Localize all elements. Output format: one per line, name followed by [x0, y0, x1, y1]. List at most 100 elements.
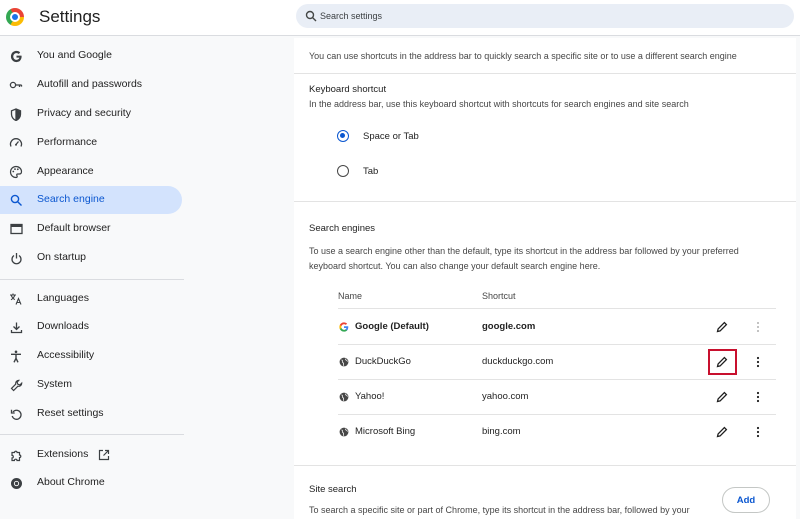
sidebar-item-downloads[interactable]: Downloads — [0, 313, 182, 341]
edit-button-bing[interactable] — [715, 425, 729, 439]
search-input[interactable] — [320, 4, 780, 28]
engine-name-yahoo: Yahoo! — [355, 391, 385, 402]
sidebar-item-label: System — [37, 378, 73, 390]
column-header-shortcut: Shortcut — [482, 291, 516, 301]
browser-window-icon — [9, 222, 23, 236]
download-icon — [9, 320, 23, 334]
sidebar-item-label: Privacy and security — [37, 107, 131, 119]
sidebar-item-system[interactable]: System — [0, 371, 182, 399]
section-divider — [294, 465, 796, 466]
search-engine-card: You can use shortcuts in the address bar… — [294, 38, 796, 519]
wrench-icon — [9, 378, 23, 392]
add-site-search-button[interactable]: Add — [722, 487, 770, 513]
shield-icon — [9, 107, 23, 121]
sidebar-item-label: Accessibility — [37, 349, 95, 361]
power-icon — [9, 251, 23, 265]
pencil-icon — [716, 426, 728, 438]
more-button-yahoo[interactable] — [753, 390, 763, 404]
sidebar-item-about-chrome[interactable]: About Chrome — [0, 469, 182, 497]
sidebar-divider — [0, 434, 184, 435]
sidebar-divider — [0, 279, 184, 280]
section-divider — [294, 201, 796, 202]
engine-name-bing: Microsoft Bing — [355, 426, 416, 437]
sidebar-item-label: Reset settings — [37, 407, 104, 419]
radio-space-or-tab[interactable] — [337, 130, 349, 142]
engine-shortcut-bing: bing.com — [482, 426, 521, 437]
highlight-box — [708, 349, 737, 375]
more-vert-icon — [756, 426, 760, 438]
more-vert-icon — [757, 322, 759, 332]
sidebar-item-label: Search engine — [37, 193, 105, 205]
google-g-icon — [339, 322, 349, 332]
page-title: Settings — [39, 7, 101, 26]
engine-shortcut-duckduckgo: duckduckgo.com — [482, 356, 554, 367]
sidebar-item-label: Downloads — [37, 320, 89, 332]
site-search-description: To search a specific site or part of Chr… — [309, 505, 690, 515]
radio-label-tab: Tab — [363, 166, 379, 177]
accessibility-icon — [9, 349, 23, 363]
sidebar-item-appearance[interactable]: Appearance — [0, 158, 182, 186]
puzzle-icon — [9, 448, 23, 462]
sidebar-item-label: Default browser — [37, 222, 111, 234]
sidebar-item-label: You and Google — [37, 49, 112, 61]
sidebar-item-label: Autofill and passwords — [37, 78, 143, 90]
palette-icon — [9, 165, 23, 179]
sidebar-item-performance[interactable]: Performance — [0, 129, 182, 157]
more-button-bing[interactable] — [753, 425, 763, 439]
external-link-icon — [98, 449, 110, 461]
chrome-logo-icon — [6, 8, 24, 26]
edit-button-google[interactable] — [715, 320, 729, 334]
more-vert-icon — [756, 391, 760, 403]
sidebar-item-languages[interactable]: Languages — [0, 285, 182, 313]
sidebar-item-label: About Chrome — [37, 476, 105, 488]
sidebar-item-accessibility[interactable]: Accessibility — [0, 342, 182, 370]
keyboard-shortcut-description: In the address bar, use this keyboard sh… — [309, 99, 689, 109]
keyboard-shortcut-heading: Keyboard shortcut — [309, 84, 387, 95]
search-icon — [9, 193, 23, 207]
radio-tab[interactable] — [337, 165, 349, 177]
search-icon — [305, 10, 317, 22]
sidebar-item-privacy[interactable]: Privacy and security — [0, 100, 182, 128]
sidebar-item-label: Appearance — [37, 165, 94, 177]
more-vert-icon — [756, 356, 760, 368]
speedometer-icon — [9, 136, 23, 150]
sidebar-item-on-startup[interactable]: On startup — [0, 244, 182, 272]
site-search-heading: Site search — [309, 484, 357, 495]
google-g-icon — [9, 49, 23, 63]
sidebar-item-search-engine[interactable]: Search engine — [0, 186, 182, 214]
sidebar-item-extensions[interactable]: Extensions — [0, 441, 182, 469]
engine-shortcut-yahoo: yahoo.com — [482, 391, 529, 402]
sidebar-item-default-browser[interactable]: Default browser — [0, 215, 182, 243]
column-header-name: Name — [338, 291, 363, 301]
globe-icon — [339, 427, 349, 437]
search-box[interactable] — [296, 4, 794, 28]
key-icon — [9, 78, 23, 92]
edit-button-yahoo[interactable] — [715, 390, 729, 404]
globe-icon — [339, 357, 349, 367]
sidebar-item-label: On startup — [37, 251, 87, 263]
pencil-icon — [716, 321, 728, 333]
search-engines-description: To use a search engine other than the de… — [309, 246, 739, 271]
row-divider — [338, 414, 776, 415]
sidebar-item-label: Languages — [37, 292, 89, 304]
top-bar: Settings — [0, 0, 800, 36]
globe-icon — [339, 392, 349, 402]
sidebar-item-label: Extensions — [37, 448, 89, 460]
sidebar-item-autofill[interactable]: Autofill and passwords — [0, 71, 182, 99]
row-divider — [338, 308, 776, 309]
engine-shortcut-google: google.com — [482, 321, 536, 332]
pencil-icon — [716, 391, 728, 403]
reset-icon — [9, 407, 23, 421]
section-divider — [294, 73, 796, 74]
row-divider — [338, 344, 776, 345]
search-engines-heading: Search engines — [309, 223, 376, 234]
intro-text: You can use shortcuts in the address bar… — [309, 51, 737, 61]
sidebar: You and Google Autofill and passwords Pr… — [0, 37, 190, 519]
sidebar-item-label: Performance — [37, 136, 98, 148]
translate-icon — [9, 292, 23, 306]
sidebar-item-reset-settings[interactable]: Reset settings — [0, 400, 182, 428]
engine-name-google: Google (Default) — [355, 321, 429, 332]
more-button-duckduckgo[interactable] — [753, 355, 763, 369]
more-button-google[interactable] — [753, 320, 763, 334]
sidebar-item-you-and-google[interactable]: You and Google — [0, 42, 182, 70]
